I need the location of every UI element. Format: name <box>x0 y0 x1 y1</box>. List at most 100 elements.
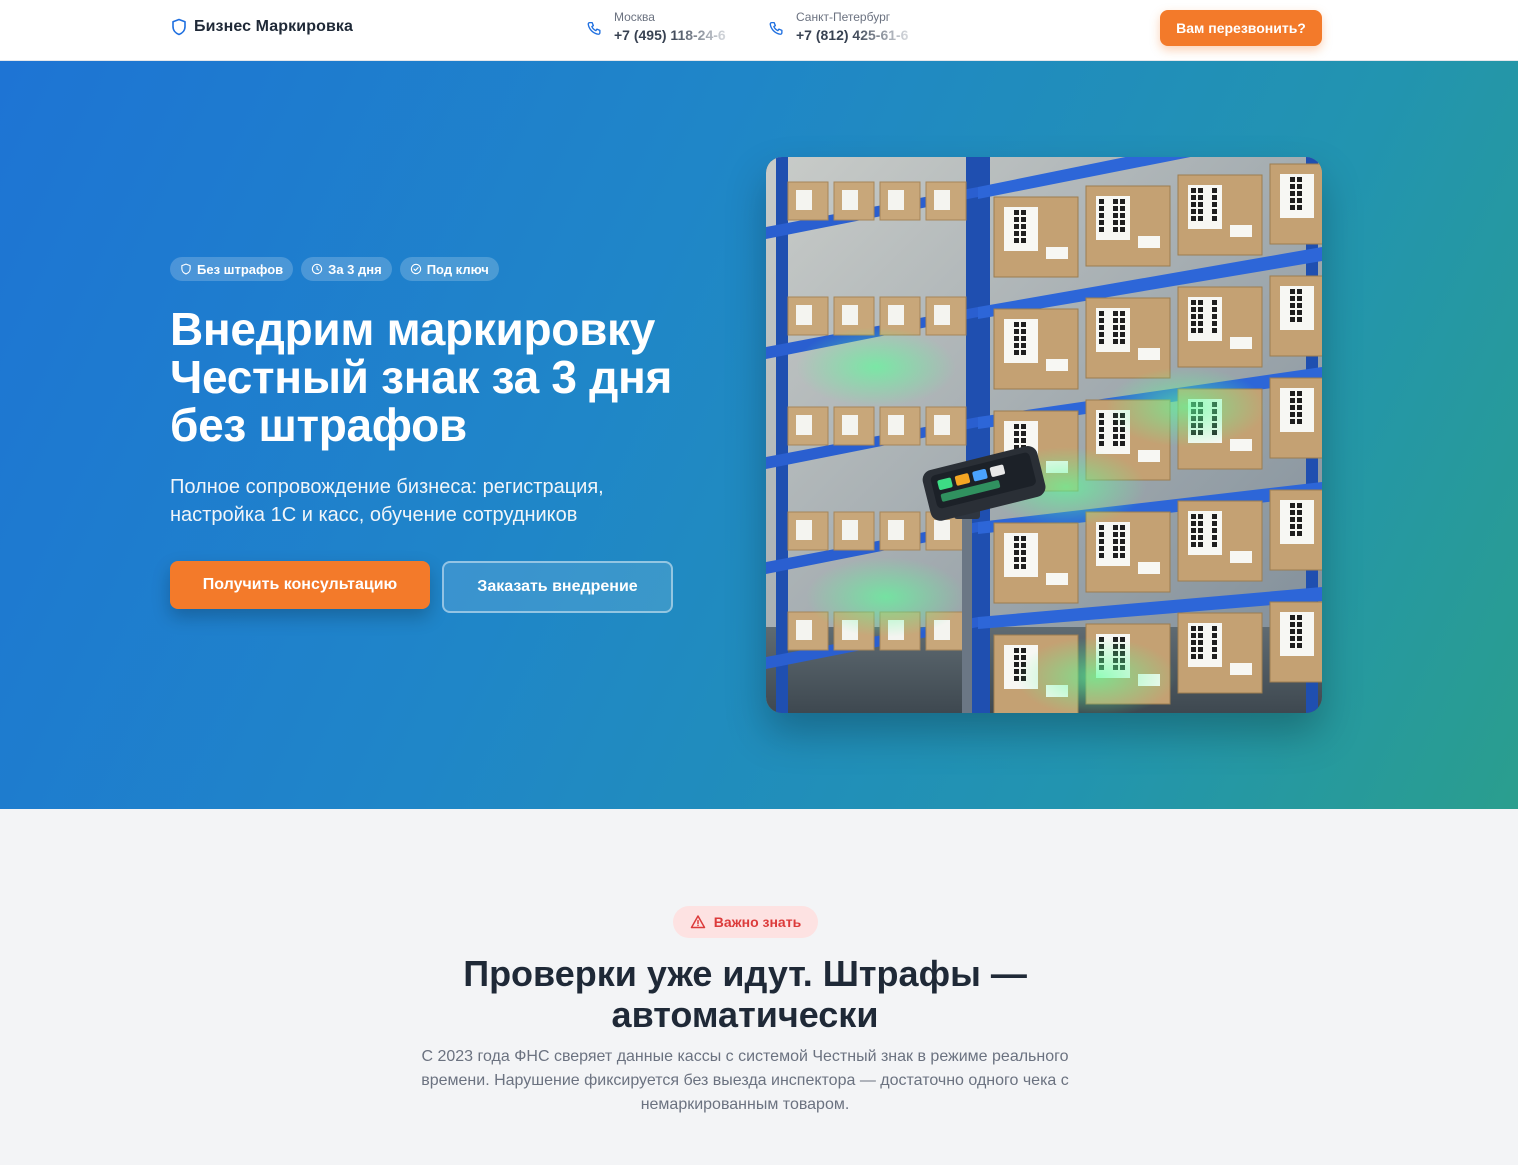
qr-code-cell <box>1099 546 1104 551</box>
qr-code-cell <box>1212 514 1217 519</box>
qr-code-cell <box>1099 220 1104 225</box>
warning-icon <box>690 915 706 929</box>
qr-code-cell <box>1212 300 1217 305</box>
qr-code-cell <box>1120 311 1125 316</box>
qr-code-cell <box>1212 321 1217 326</box>
important-badge: Важно знать <box>673 906 818 938</box>
qr-code-cell <box>1120 525 1125 530</box>
qr-code-cell <box>1191 300 1196 305</box>
qr-code-cell <box>1290 524 1295 529</box>
qr-code-cell <box>1290 303 1295 308</box>
qr-code-cell <box>1212 328 1217 333</box>
qr-code-cell <box>1014 231 1019 236</box>
qr-code-cell <box>1113 311 1118 316</box>
qr-code-cell <box>1113 553 1118 558</box>
shelf-upright <box>978 157 990 713</box>
shelf-upright <box>776 157 788 713</box>
box-label <box>1138 562 1160 574</box>
logo[interactable]: Бизнес Маркировка <box>171 18 353 36</box>
qr-code-cell <box>1120 434 1125 439</box>
qr-code-cell <box>1014 210 1019 215</box>
qr-code-cell <box>1212 314 1217 319</box>
qr-code-cell <box>1021 343 1026 348</box>
box-label <box>1230 225 1252 237</box>
qr-code-cell <box>1014 543 1019 548</box>
callback-button[interactable]: Вам перезвонить? <box>1160 10 1322 46</box>
qr-code-cell <box>1113 441 1118 446</box>
qr-code-cell <box>1212 535 1217 540</box>
qr-code-cell <box>1290 184 1295 189</box>
qr-code-cell <box>1290 289 1295 294</box>
qr-code-cell <box>1021 336 1026 341</box>
important-section: Важно знать Проверки уже идут. Штрафы — … <box>0 809 1518 1165</box>
qr-code-cell <box>1297 636 1302 641</box>
badge-label: Под ключ <box>426 261 489 277</box>
phone-moscow[interactable]: Москва +7 (495) 118-24-6 <box>586 10 738 45</box>
qr-code-cell <box>1297 531 1302 536</box>
qr-code-cell <box>1021 431 1026 436</box>
qr-code-cell <box>1099 532 1104 537</box>
phone-number[interactable]: +7 (812) 425-61-6 <box>796 25 920 45</box>
qr-code-cell <box>1290 629 1295 634</box>
qr-code-cell <box>1297 405 1302 410</box>
qr-code-cell <box>1099 213 1104 218</box>
qr-code-cell <box>1297 615 1302 620</box>
qr-code-cell <box>1120 220 1125 225</box>
warehouse-image <box>766 157 1322 713</box>
qr-code-cell <box>1290 517 1295 522</box>
qr-code-cell <box>1198 654 1203 659</box>
box-label <box>1046 573 1068 585</box>
phone-spb[interactable]: Санкт-Петербург +7 (812) 425-61-6 <box>768 10 920 45</box>
qr-code-cell <box>1021 438 1026 443</box>
qr-code-cell <box>1191 647 1196 652</box>
qr-code-cell <box>1014 238 1019 243</box>
qr-code-cell <box>1191 209 1196 214</box>
scan-glow <box>806 557 966 637</box>
qr-code-cell <box>1198 300 1203 305</box>
qr-code-cell <box>1191 195 1196 200</box>
qr-code-cell <box>1290 510 1295 515</box>
qr-code-cell <box>1297 517 1302 522</box>
qr-code-cell <box>1290 531 1295 536</box>
qr-code-cell <box>1198 188 1203 193</box>
qr-code-cell <box>1191 626 1196 631</box>
qr-code-cell <box>1212 216 1217 221</box>
qr-code-cell <box>1198 528 1203 533</box>
qr-code-cell <box>1099 441 1104 446</box>
qr-code-cell <box>1198 202 1203 207</box>
qr-code-cell <box>1191 314 1196 319</box>
qr-code-cell <box>1120 213 1125 218</box>
site-header: Бизнес Маркировка Москва +7 (495) 118-24… <box>0 0 1518 61</box>
qr-code-cell <box>1198 328 1203 333</box>
qr-code-cell <box>1297 310 1302 315</box>
qr-code-cell <box>1191 535 1196 540</box>
qr-code-cell <box>1099 413 1104 418</box>
qr-code-cell <box>1113 332 1118 337</box>
qr-code-cell <box>1290 310 1295 315</box>
qr-code-cell <box>1191 188 1196 193</box>
qr-code-cell <box>1120 199 1125 204</box>
qr-code-cell <box>1014 550 1019 555</box>
phone-number[interactable]: +7 (495) 118-24-6 <box>614 25 738 45</box>
qr-code-cell <box>1113 220 1118 225</box>
qr-code-cell <box>1191 654 1196 659</box>
order-implementation-button[interactable]: Заказать внедрение <box>442 561 673 613</box>
qr-code-cell <box>1014 655 1019 660</box>
box-label <box>796 190 812 210</box>
qr-code-cell <box>1198 195 1203 200</box>
qr-code-cell <box>1120 227 1125 232</box>
qr-code-cell <box>1099 199 1104 204</box>
qr-code-cell <box>1021 322 1026 327</box>
qr-code-cell <box>1198 647 1203 652</box>
shield-icon <box>181 263 191 275</box>
qr-code-cell <box>1297 198 1302 203</box>
badge-three-days: За 3 дня <box>301 257 392 281</box>
qr-code-cell <box>1198 209 1203 214</box>
qr-code-cell <box>1191 216 1196 221</box>
qr-code-cell <box>1191 521 1196 526</box>
box-label <box>796 620 812 640</box>
get-consultation-button[interactable]: Получить консультацию <box>170 561 430 609</box>
qr-code-cell <box>1212 188 1217 193</box>
qr-code-cell <box>1021 238 1026 243</box>
clock-icon <box>311 263 323 275</box>
